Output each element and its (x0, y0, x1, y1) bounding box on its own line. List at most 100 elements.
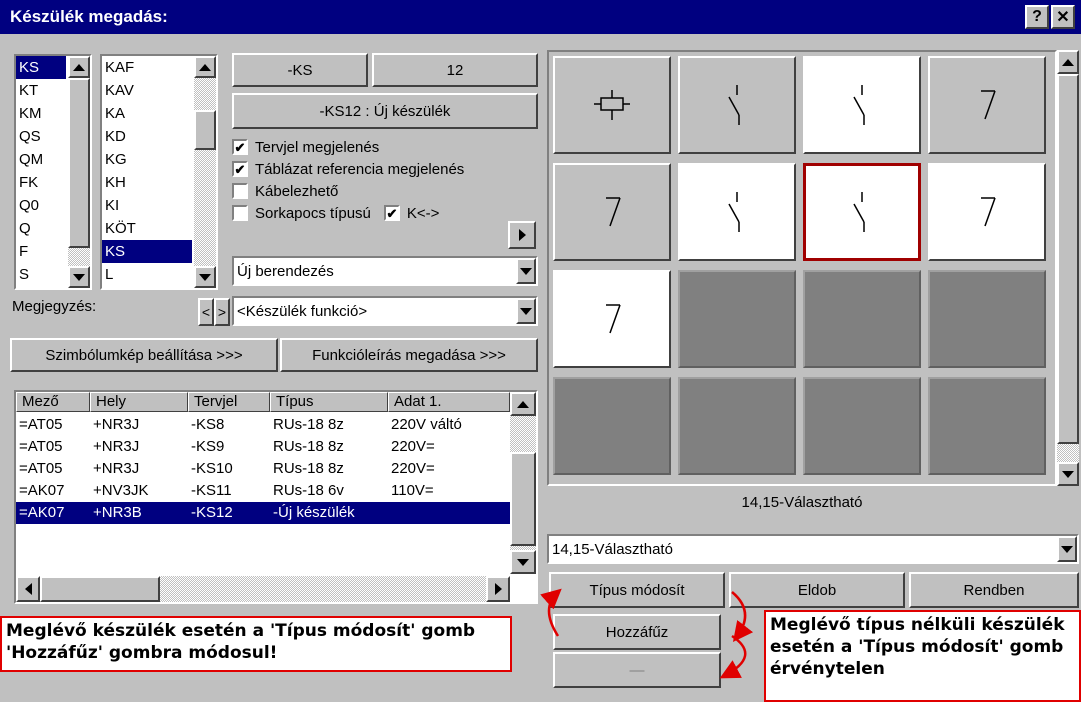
ok-button[interactable]: Rendben (909, 572, 1079, 608)
symbol-tile[interactable] (928, 163, 1046, 261)
symbol-tile[interactable] (928, 377, 1046, 475)
expand-button[interactable] (508, 221, 536, 249)
list-item[interactable]: KA (102, 102, 192, 125)
prefix-list-scrollbar[interactable] (68, 56, 90, 288)
scroll-thumb[interactable] (1057, 74, 1079, 444)
scroll-thumb[interactable] (68, 78, 90, 248)
symbol-tile[interactable] (928, 270, 1046, 368)
help-button[interactable]: ? (1025, 5, 1049, 29)
checkbox-box[interactable]: ✔ (232, 161, 248, 177)
scroll-thumb[interactable] (194, 110, 216, 150)
symbol-tile[interactable] (928, 56, 1046, 154)
table-row[interactable]: =AK07 +NV3JK -KS11 RUs-18 6v 110V= (16, 480, 510, 502)
scroll-up-button[interactable] (68, 56, 90, 78)
prev-button[interactable]: < (198, 298, 214, 326)
list-item[interactable]: Q (16, 217, 66, 240)
list-item[interactable]: KI (102, 194, 192, 217)
list-item[interactable]: KS (102, 240, 192, 263)
symbol-tile[interactable] (553, 270, 671, 368)
column-header[interactable]: Hely (90, 392, 188, 412)
scroll-thumb[interactable] (510, 452, 536, 546)
column-header[interactable]: Tervjel (188, 392, 270, 412)
device-table[interactable]: Mező Hely Tervjel Típus Adat 1. =AT05 +NR… (14, 390, 538, 604)
list-item[interactable]: KH (102, 171, 192, 194)
symbol-tile[interactable] (803, 163, 921, 261)
list-item[interactable]: S (16, 263, 66, 286)
prefix-list[interactable]: KS KT KM QS QM FK Q0 Q F S (14, 54, 92, 290)
list-item[interactable]: KM (16, 102, 66, 125)
list-item[interactable]: KT (16, 79, 66, 102)
checkbox-box[interactable] (232, 205, 248, 221)
table-row[interactable]: =AT05 +NR3J -KS10 RUs-18 8z 220V= (16, 458, 510, 480)
dropdown-button[interactable] (516, 298, 536, 324)
checkbox-box[interactable] (232, 183, 248, 199)
symbol-grid[interactable] (547, 50, 1057, 486)
symbol-tile[interactable] (553, 56, 671, 154)
list-item[interactable]: Q0 (16, 194, 66, 217)
list-item[interactable]: FK (16, 171, 66, 194)
scroll-down-button[interactable] (510, 550, 536, 574)
type-list-scrollbar[interactable] (194, 56, 216, 288)
column-header[interactable]: Típus (270, 392, 388, 412)
table-row[interactable]: =AK07 +NR3B -KS12 -Új készülék (16, 502, 510, 524)
checkbox-k[interactable]: ✔ (383, 205, 400, 221)
symbol-tile[interactable] (803, 56, 921, 154)
table-cell: -KS10 (191, 460, 233, 477)
checkbox-tervjel[interactable]: ✔ Tervjel megjelenés (232, 136, 542, 158)
dropdown-button[interactable] (1057, 536, 1077, 562)
checkbox-box[interactable]: ✔ (232, 139, 248, 155)
scroll-up-button[interactable] (1057, 50, 1079, 74)
table-hscrollbar[interactable] (16, 576, 510, 602)
list-item[interactable]: F (16, 240, 66, 263)
scroll-up-button[interactable] (510, 392, 536, 416)
table-cell: =AT05 (19, 438, 63, 455)
list-item[interactable]: QM (16, 148, 66, 171)
symbol-tile[interactable] (553, 163, 671, 261)
checkbox-tablazat[interactable]: ✔ Táblázat referencia megjelenés (232, 158, 542, 180)
symbol-tile[interactable] (678, 163, 796, 261)
table-row[interactable]: =AT05 +NR3J -KS8 RUs-18 8z 220V váltó (16, 414, 510, 436)
symbol-tile[interactable] (678, 377, 796, 475)
list-item[interactable]: KG (102, 148, 192, 171)
list-item[interactable]: KAV (102, 79, 192, 102)
scroll-thumb[interactable] (40, 576, 160, 602)
symbol-tile[interactable] (678, 56, 796, 154)
symbol-settings-button[interactable]: Szimbólumkép beállítása >>> (10, 338, 278, 372)
type-list[interactable]: KAF KAV KA KD KG KH KI KÖT KS L (100, 54, 218, 290)
scroll-down-button[interactable] (1057, 462, 1079, 486)
list-item[interactable]: L (102, 263, 192, 286)
scroll-down-button[interactable] (194, 266, 216, 288)
list-item[interactable]: KD (102, 125, 192, 148)
symbol-grid-scrollbar[interactable] (1057, 50, 1079, 486)
close-button[interactable]: ✕ (1051, 5, 1075, 29)
symbol-tile[interactable] (803, 270, 921, 368)
function-description-button[interactable]: Funkcióleírás megadása >>> (280, 338, 538, 372)
dropdown-button[interactable] (516, 258, 536, 284)
designation-display[interactable]: -KS12 : Új készülék (232, 93, 538, 129)
chevron-down-icon (1061, 545, 1073, 553)
list-item[interactable]: QS (16, 125, 66, 148)
next-button[interactable]: > (214, 298, 230, 326)
funkcio-combo[interactable]: <Készülék funkció> (232, 296, 538, 326)
symbol-tile[interactable] (678, 270, 796, 368)
prefix-button[interactable]: -KS (232, 53, 368, 87)
list-item[interactable]: KS (16, 56, 66, 79)
table-cell: +NR3J (93, 460, 140, 477)
symbol-tile[interactable] (553, 377, 671, 475)
table-row[interactable]: =AT05 +NR3J -KS9 RUs-18 8z 220V= (16, 436, 510, 458)
number-button[interactable]: 12 (372, 53, 538, 87)
scroll-up-button[interactable] (194, 56, 216, 78)
checkbox-sorkapocs[interactable]: Sorkapocs típusú ✔ K<-> (232, 202, 542, 224)
column-header[interactable]: Adat 1. (388, 392, 510, 412)
column-header[interactable]: Mező (16, 392, 90, 412)
table-vscrollbar[interactable] (510, 392, 536, 574)
table-cell: -Új készülék (273, 504, 355, 521)
scroll-down-button[interactable] (68, 266, 90, 288)
list-item[interactable]: KAF (102, 56, 192, 79)
checkbox-kabelezheto[interactable]: Kábelezhető (232, 180, 542, 202)
scroll-left-button[interactable] (16, 576, 40, 602)
symbol-tile[interactable] (803, 377, 921, 475)
list-item[interactable]: KÖT (102, 217, 192, 240)
berendezes-combo[interactable]: Új berendezés (232, 256, 538, 286)
symbol-combo[interactable]: 14,15-Választható (547, 534, 1079, 564)
